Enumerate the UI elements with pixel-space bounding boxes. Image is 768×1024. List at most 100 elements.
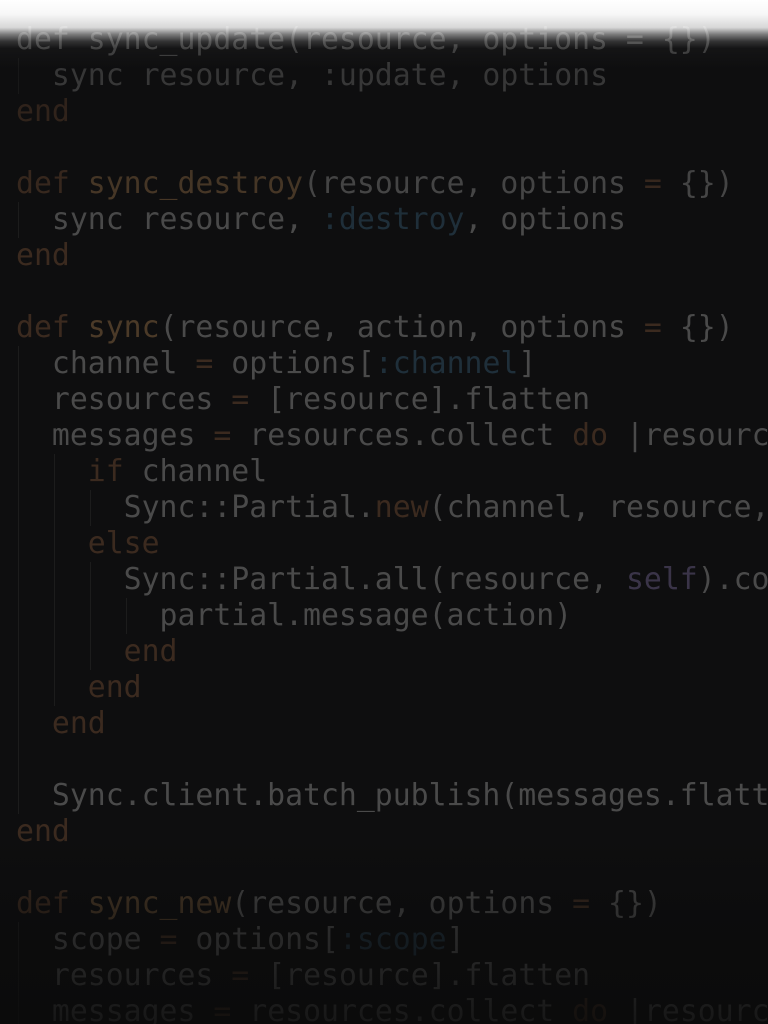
code-token: Sync::Partial.all(resource, [123, 562, 626, 597]
code-token: , options [464, 202, 626, 237]
code-token: ).co [697, 562, 768, 597]
code-token: else [87, 526, 160, 561]
indent-guide [18, 526, 19, 562]
indent-guide [18, 958, 19, 994]
code-line: def sync_update(resource, options = {}) [16, 22, 768, 58]
code-line: sync resource, :destroy, options [16, 202, 768, 238]
indent-guide [18, 562, 19, 598]
indent-guide [18, 382, 19, 418]
code-token: channel [51, 346, 196, 381]
code-token: = [159, 922, 178, 957]
code-token: end [16, 94, 70, 129]
code-token: end [123, 634, 178, 669]
code-token: options[ [213, 346, 375, 381]
code-token: ] [518, 346, 537, 381]
code-token: scope [51, 922, 160, 957]
code-line: resources = [resource].flatten [16, 958, 768, 994]
indent-guide [18, 994, 19, 1024]
code-token: end [16, 238, 70, 273]
code-token: sync_destroy [87, 166, 304, 201]
code-line: else [16, 526, 768, 562]
indent-guide [18, 778, 19, 814]
code-token: channel [123, 454, 268, 489]
indent-guide [18, 58, 19, 94]
code-token: def [16, 310, 70, 345]
code-token: def [16, 166, 70, 201]
code-token: sync resource, :update, options [51, 58, 609, 93]
code-token: (resource, action, options [159, 310, 644, 345]
code-token: {}) [661, 310, 734, 345]
code-token: sync_new [87, 886, 232, 921]
code-line: end [16, 670, 768, 706]
code-line: end [16, 814, 768, 850]
indent-guide [53, 454, 55, 490]
code-line: scope = options[:scope] [16, 922, 768, 958]
code-line: def sync(resource, action, options = {}) [16, 310, 768, 346]
code-line: partial.message(action) [16, 598, 768, 634]
code-token: = [643, 166, 662, 201]
code-token: = [213, 994, 232, 1024]
indent-guide [18, 598, 19, 634]
code-view[interactable]: def sync_update(resource, options = {}) … [16, 22, 768, 1024]
code-line: sync resource, :update, options [16, 58, 768, 94]
indent-guide [18, 670, 19, 706]
indent-guide [18, 922, 19, 958]
code-line: end [16, 238, 768, 274]
code-token: if [87, 454, 124, 489]
indent-guide [125, 598, 127, 634]
code-token: Sync::Partial. [123, 490, 375, 525]
code-token: :destroy [320, 202, 465, 237]
code-token: [resource].flatten [249, 382, 591, 417]
code-token: [resource].flatten [249, 958, 591, 993]
code-token: end [16, 814, 70, 849]
code-token: self [625, 562, 698, 597]
code-token: do [572, 994, 609, 1024]
indent-guide [18, 634, 19, 670]
indent-guide [89, 598, 91, 634]
code-token: :scope [338, 922, 447, 957]
indent-guide [89, 562, 91, 598]
code-token: = [572, 886, 591, 921]
code-token: resources.collect [231, 418, 573, 453]
code-token: messages [51, 994, 214, 1024]
code-line: messages = resources.collect do |resourc [16, 994, 768, 1024]
code-token: |resourc [608, 994, 768, 1024]
code-line: Sync::Partial.new(channel, resource, [16, 490, 768, 526]
code-token: :channel [374, 346, 519, 381]
code-token: do [572, 418, 609, 453]
code-token: Sync.client.batch_publish(messages.flatt [51, 778, 768, 813]
indent-guide [53, 634, 55, 670]
code-line: end [16, 706, 768, 742]
indent-guide [18, 418, 19, 454]
indent-guide [18, 346, 19, 382]
indent-guide [18, 706, 19, 742]
indent-guide [53, 490, 55, 526]
code-token: |resource [626, 418, 768, 453]
code-token: resources [51, 382, 232, 417]
code-token: = [643, 310, 662, 345]
code-token: end [51, 706, 106, 741]
code-line: messages = resources.collect do |resourc… [16, 418, 768, 454]
code-token: partial.message(action) [159, 598, 573, 633]
indent-guide [53, 562, 55, 598]
code-line: def sync_destroy(resource, options = {}) [16, 166, 768, 202]
indent-guide [18, 742, 19, 778]
code-token: sync resource, [51, 202, 321, 237]
